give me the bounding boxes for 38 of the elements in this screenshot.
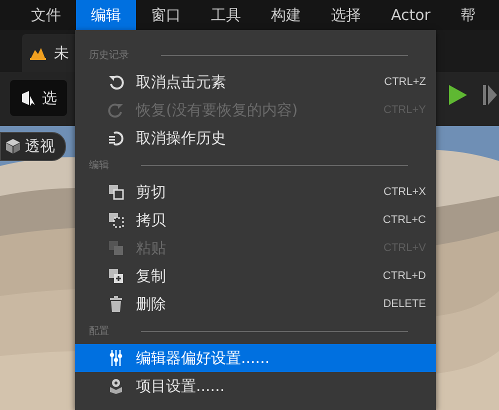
undo-icon: [108, 74, 124, 90]
section-header: 配置: [89, 324, 109, 338]
cursor-cube-icon: [20, 90, 36, 106]
menu-entry[interactable]: 剪切 CTRL+X: [75, 178, 436, 206]
shortcut-text: DELETE: [383, 296, 426, 312]
step-icon[interactable]: [483, 84, 497, 106]
undo-history-icon: [108, 130, 124, 146]
cut-icon: [108, 184, 124, 200]
redo-icon: [108, 102, 124, 118]
duplicate-icon: [108, 268, 124, 284]
section-header: 编辑: [89, 158, 109, 172]
menu-entry[interactable]: 编辑器偏好设置......: [75, 344, 436, 372]
menu-entry[interactable]: 取消操作历史: [75, 124, 436, 152]
menu-item[interactable]: 选择: [316, 0, 376, 30]
menu-item[interactable]: 工具: [196, 0, 256, 30]
cube-icon: [5, 138, 21, 154]
copy-icon: [108, 212, 124, 228]
shortcut-text: CTRL+Z: [384, 74, 426, 90]
menu-entry[interactable]: 复制 CTRL+D: [75, 262, 436, 290]
play-icon[interactable]: [448, 84, 468, 106]
shortcut-text: CTRL+D: [382, 268, 426, 284]
paste-icon: [108, 240, 124, 256]
menu-entry[interactable]: 拷贝 CTRL+C: [75, 206, 436, 234]
menu-item[interactable]: Actor: [376, 0, 446, 30]
menu-item[interactable]: 窗口: [136, 0, 196, 30]
shortcut-text: CTRL+X: [384, 184, 426, 200]
view-mode-button[interactable]: 透视: [0, 132, 66, 160]
sliders-icon: [108, 350, 124, 366]
shortcut-text: CTRL+C: [382, 212, 426, 228]
trash-icon: [108, 296, 124, 312]
menu-item[interactable]: 文件: [16, 0, 76, 30]
select-mode-button[interactable]: 选: [10, 80, 67, 116]
menu-entry[interactable]: 删除 DELETE: [75, 290, 436, 318]
menu-entry[interactable]: 项目设置......: [75, 372, 436, 400]
menu-item[interactable]: 帮: [445, 0, 490, 30]
menu-item[interactable]: 编辑: [76, 0, 136, 30]
menu-item[interactable]: 构建: [256, 0, 316, 30]
section-header: 历史记录: [89, 48, 129, 62]
